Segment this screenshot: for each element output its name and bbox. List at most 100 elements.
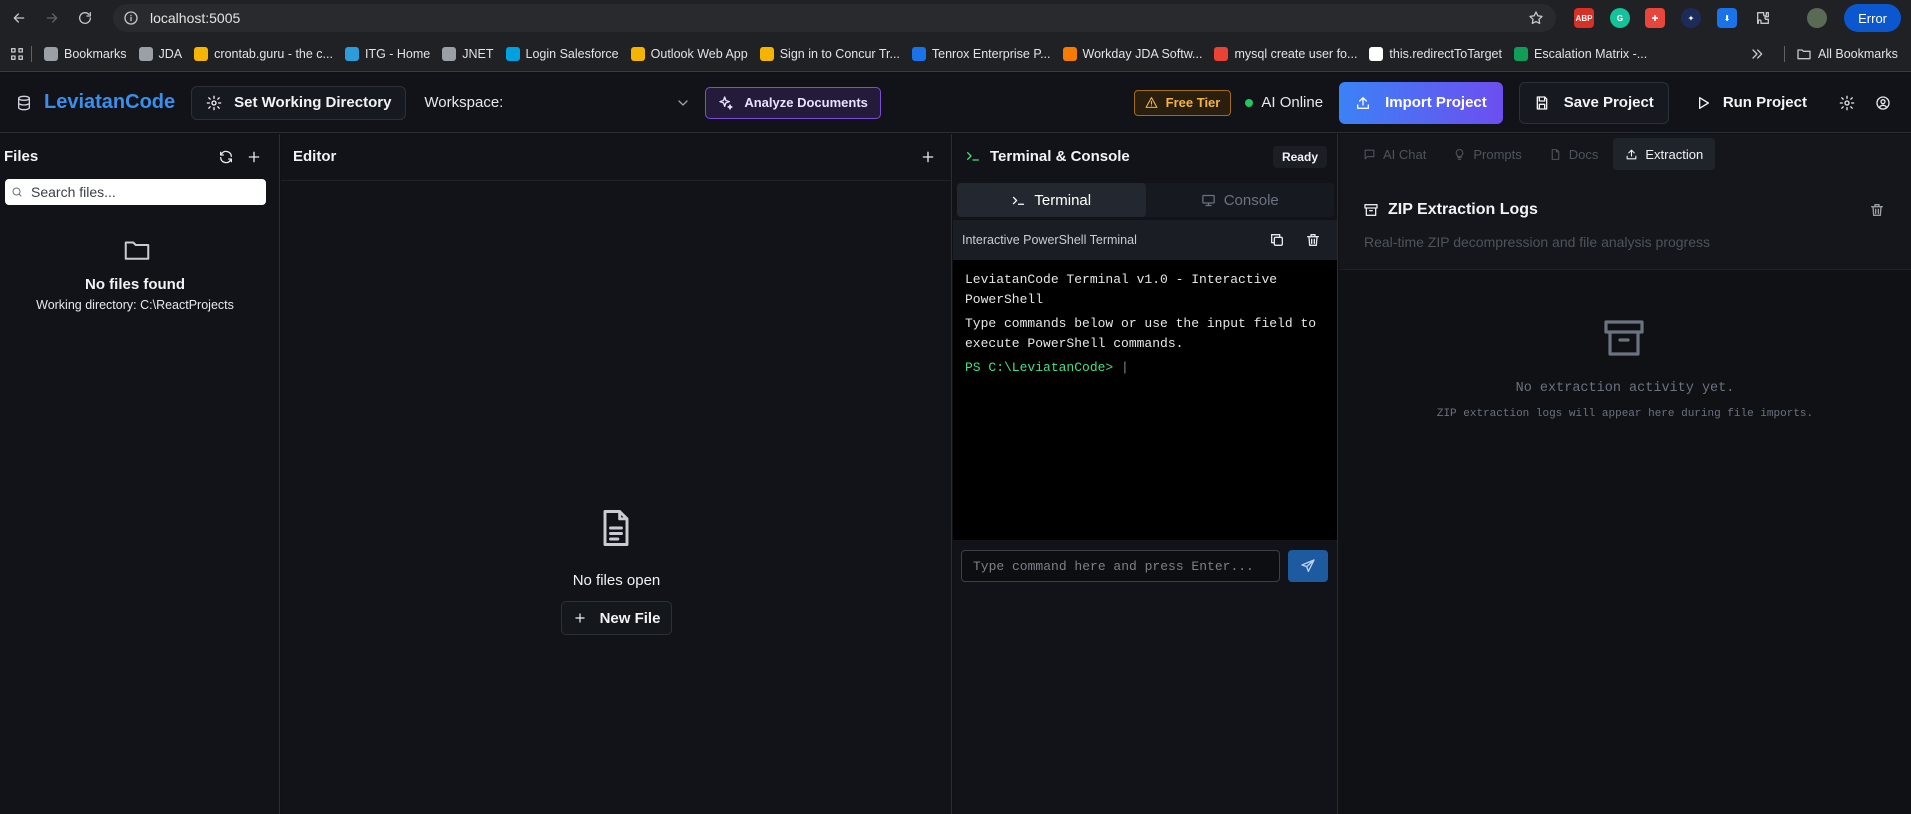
send-icon [1300,558,1316,574]
address-bar[interactable]: localhost:5005 [113,4,1556,32]
chevron-down-icon [675,95,691,111]
bookmark-item[interactable]: Tenrox Enterprise P... [906,42,1057,66]
terminal-line: Type commands below or use the input fie… [965,316,1317,351]
download-extension-icon[interactable]: ⬇ [1717,8,1737,28]
bookmarks-bar: Bookmarks JDA crontab.guru - the c... ITG -… [0,36,1911,72]
bookmark-item[interactable]: ITG - Home [339,42,436,66]
tab-docs-label: Docs [1568,146,1599,162]
tab-ai-chat[interactable]: AI Chat [1351,138,1438,170]
clear-logs-trash-icon[interactable] [1869,202,1885,218]
file-search-box[interactable] [5,179,266,205]
zip-logs-subtitle: Real-time ZIP decompression and file ana… [1364,234,1711,250]
command-input[interactable] [973,558,1273,574]
back-icon[interactable] [5,4,33,32]
adblock-extension-icon[interactable]: ABP [1574,8,1594,28]
bookmark-label: Workday JDA Softw... [1082,46,1203,61]
zip-logs-title: ZIP Extraction Logs [1388,201,1538,218]
bookmark-item[interactable]: Escalation Matrix -... [1508,42,1653,66]
ai-status-indicator: AI Online [1245,94,1323,111]
settings-gear-icon[interactable] [1839,95,1855,111]
tab-prompts[interactable]: Prompts [1441,138,1533,170]
user-account-icon[interactable] [1875,95,1891,111]
editor-panel: Editor No files open New File [281,134,952,814]
terminal-line: LeviatanCode Terminal v1.0 - Interactive… [965,272,1278,307]
profile-error-button[interactable]: Error [1844,4,1901,32]
bookmark-label: this.redirectToTarget [1389,46,1502,61]
grammarly-extension-icon[interactable]: G [1610,8,1630,28]
files-panel: Files No files found Working directory: … [0,134,280,814]
url-text[interactable]: localhost:5005 [150,10,240,26]
new-tab-plus-icon[interactable] [920,149,936,165]
search-input[interactable] [31,184,251,200]
bookmark-item[interactable]: Bookmarks [38,42,133,66]
save-icon [1534,95,1550,111]
save-project-label: Save Project [1563,94,1654,111]
import-project-label: Import Project [1385,94,1487,111]
new-file-label: New File [599,609,661,627]
analyze-documents-label: Analyze Documents [744,95,868,110]
tab-terminal[interactable]: Terminal [957,183,1146,217]
copy-icon[interactable] [1269,232,1285,248]
status-badge: Ready [1272,146,1327,168]
free-tier-badge[interactable]: Free Tier [1133,89,1232,116]
extensions-puzzle-icon[interactable] [1753,8,1773,28]
bookmark-item[interactable]: Workday JDA Softw... [1057,42,1209,66]
send-command-button[interactable] [1288,550,1328,582]
bookmarks-divider [31,45,32,62]
extension-red-icon[interactable]: ✚ [1645,8,1665,28]
new-file-button[interactable]: New File [561,601,672,635]
upload-icon [1625,148,1638,161]
add-file-plus-icon[interactable] [246,149,262,165]
tab-extraction-label: Extraction [1645,146,1704,162]
right-panel-tabs: AI Chat Prompts Docs Extraction [1339,134,1911,174]
forward-icon[interactable] [38,4,66,32]
extension-star-icon[interactable]: ✦ [1681,8,1701,28]
bookmark-item[interactable]: JDA [133,42,189,66]
plus-icon [573,611,587,625]
terminal-tabs: Terminal Console [957,183,1334,217]
save-project-button[interactable]: Save Project [1518,81,1669,124]
files-title: Files [4,148,39,165]
bookmark-star-icon[interactable] [1528,10,1544,26]
reload-icon[interactable] [71,4,99,32]
bookmark-list: Bookmarks JDA crontab.guru - the c... ITG -… [38,42,1653,66]
bookmark-item[interactable]: Login Salesforce [500,42,625,66]
apps-grid-icon[interactable] [9,46,25,62]
editor-header: Editor [281,134,951,181]
database-icon [16,95,32,111]
site-info-icon[interactable] [123,10,139,26]
tab-console[interactable]: Console [1146,183,1335,217]
terminal-output[interactable]: LeviatanCode Terminal v1.0 - Interactive… [953,260,1337,540]
workspace-select[interactable] [511,87,697,119]
refresh-icon[interactable] [218,149,234,165]
run-project-button[interactable]: Run Project [1681,82,1821,124]
play-icon [1695,95,1711,111]
monitor-icon [1201,193,1216,208]
tab-docs[interactable]: Docs [1537,138,1611,170]
analyze-documents-button[interactable]: Analyze Documents [705,86,881,119]
archive-box-icon [1600,314,1648,362]
bookmark-item[interactable]: Outlook Web App [625,42,754,66]
bookmark-item[interactable]: JNET [436,42,499,66]
bookmark-item[interactable]: mysql create user fo... [1208,42,1363,66]
bookmark-item[interactable]: crontab.guru - the c... [188,42,339,66]
bookmark-item[interactable]: Sign in to Concur Tr... [754,42,906,66]
bookmark-label: Sign in to Concur Tr... [779,46,900,61]
no-extraction-subtitle: ZIP extraction logs will appear here dur… [1436,408,1814,420]
zip-logs-header: ZIP Extraction Logs Real-time ZIP decomp… [1339,174,1911,270]
tab-extraction[interactable]: Extraction [1613,138,1716,170]
no-files-title: No files found [85,276,185,293]
working-directory-text: Working directory: C:\ReactProjects [36,298,234,312]
profile-avatar[interactable] [1807,8,1827,28]
all-bookmarks-folder[interactable]: All Bookmarks [1790,42,1904,66]
bookmark-favicon-icon [1214,46,1229,61]
more-bookmarks-chevron-icon[interactable] [1749,46,1765,62]
run-project-label: Run Project [1722,94,1807,111]
trash-icon[interactable] [1305,232,1321,248]
import-project-button[interactable]: Import Project [1339,81,1503,124]
set-working-directory-button[interactable]: Set Working Directory [191,85,407,120]
bookmark-item[interactable]: this.redirectToTarget [1363,42,1508,66]
command-input-box[interactable] [961,550,1280,582]
bookmark-favicon-icon [442,46,457,61]
set-working-directory-label: Set Working Directory [234,94,392,111]
